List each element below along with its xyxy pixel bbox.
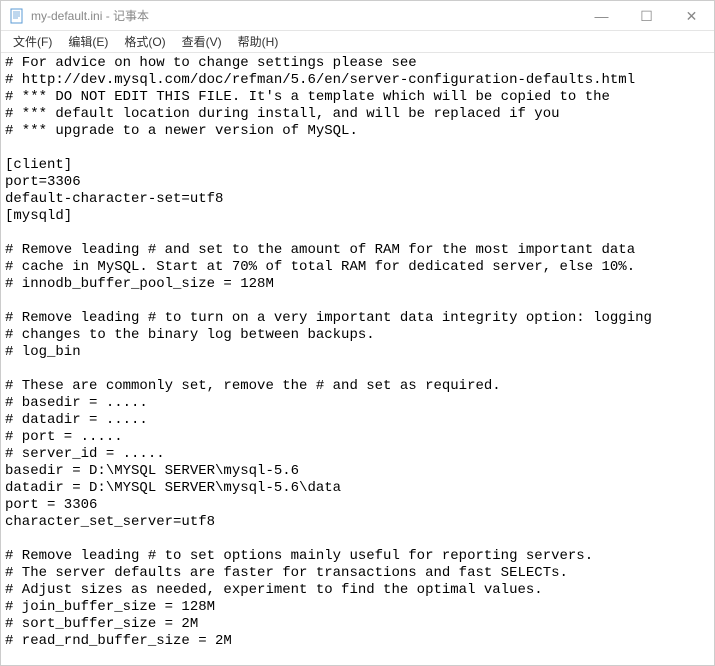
menu-help[interactable]: 帮助(H) (230, 31, 287, 52)
titlebar: my-default.ini - 记事本 — ☐ ✕ (1, 1, 714, 31)
minimize-button[interactable]: — (579, 1, 624, 31)
menu-view[interactable]: 查看(V) (174, 31, 230, 52)
close-button[interactable]: ✕ (669, 1, 714, 31)
text-editor[interactable]: # For advice on how to change settings p… (1, 53, 714, 665)
menubar: 文件(F) 编辑(E) 格式(O) 查看(V) 帮助(H) (1, 31, 714, 53)
menu-file[interactable]: 文件(F) (5, 31, 60, 52)
maximize-button[interactable]: ☐ (624, 1, 669, 31)
menu-edit[interactable]: 编辑(E) (60, 31, 116, 52)
notepad-icon (9, 8, 25, 24)
window-controls: — ☐ ✕ (579, 1, 714, 31)
menu-format[interactable]: 格式(O) (116, 31, 173, 52)
window-title: my-default.ini - 记事本 (31, 7, 149, 24)
